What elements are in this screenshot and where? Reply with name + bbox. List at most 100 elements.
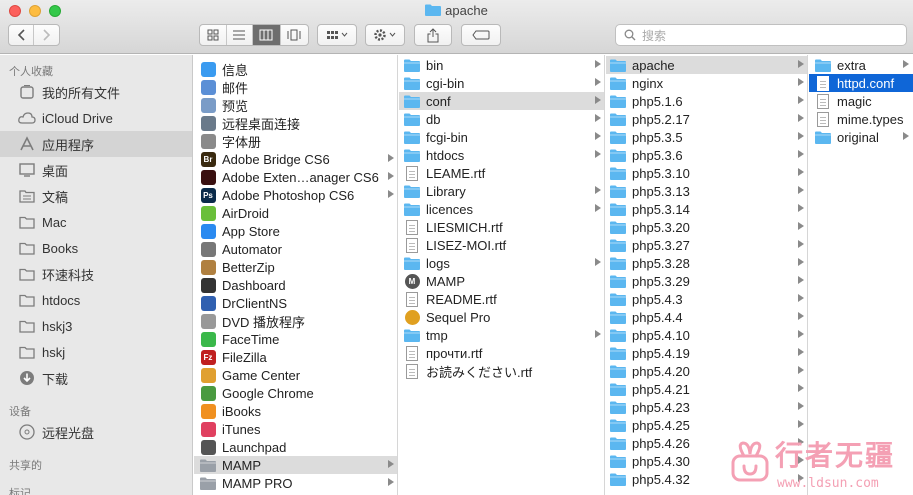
column-row[interactable]: htdocs xyxy=(399,146,604,164)
sidebar-item[interactable]: hskj3 xyxy=(0,313,192,339)
column-row[interactable]: Sequel Pro xyxy=(399,308,604,326)
icon-view-button[interactable] xyxy=(200,25,227,45)
column-row[interactable]: php5.3.13 xyxy=(606,182,807,200)
column-row[interactable]: php5.4.20 xyxy=(606,362,807,380)
column-row[interactable]: cgi-bin xyxy=(399,74,604,92)
column-row[interactable]: MAMP xyxy=(194,456,397,474)
column-row[interactable]: Game Center xyxy=(194,366,397,384)
sidebar-item[interactable]: iCloud Drive xyxy=(0,105,192,131)
column-row[interactable]: BetterZip xyxy=(194,258,397,276)
applications-column[interactable]: 信息 邮件 预览 远程桌面连接 字体册 Br Adobe Bridge CS6 Adobe E… xyxy=(194,55,398,495)
column-row[interactable]: php5.4.21 xyxy=(606,380,807,398)
column-row[interactable]: magic xyxy=(809,92,913,110)
sidebar-item[interactable]: 下载 xyxy=(0,365,192,391)
column-row[interactable]: MAMP PRO xyxy=(194,474,397,492)
sidebar-item[interactable]: Mac xyxy=(0,209,192,235)
column-row[interactable]: php5.3.14 xyxy=(606,200,807,218)
coverflow-view-icon xyxy=(287,29,301,41)
column-row[interactable]: README.rtf xyxy=(399,290,604,308)
column-row[interactable]: php5.4.32 xyxy=(606,470,807,488)
column-row[interactable]: FaceTime xyxy=(194,330,397,348)
back-button[interactable] xyxy=(9,25,35,45)
column-row[interactable]: 预览 xyxy=(194,96,397,114)
apache-column[interactable]: extra httpd.conf magic mime.types original xyxy=(809,55,913,495)
column-row[interactable]: AirDroid xyxy=(194,204,397,222)
column-row[interactable]: php5.3.20 xyxy=(606,218,807,236)
column-row[interactable]: php5.1.6 xyxy=(606,92,807,110)
column-row[interactable]: licences xyxy=(399,200,604,218)
conf-column[interactable]: apache nginx php5.1.6 php5.2.17 php5.3.5 php5… xyxy=(606,55,808,495)
column-row[interactable]: прочти.rtf xyxy=(399,344,604,362)
column-row[interactable]: php5.3.6 xyxy=(606,146,807,164)
share-button[interactable] xyxy=(414,24,452,46)
column-row[interactable]: conf xyxy=(399,92,604,110)
column-row[interactable]: php5.3.28 xyxy=(606,254,807,272)
sidebar-item[interactable]: hskj xyxy=(0,339,192,365)
sidebar-item[interactable]: Books xyxy=(0,235,192,261)
column-row[interactable]: Fz FileZilla xyxy=(194,348,397,366)
mamp-column[interactable]: bin cgi-bin conf db fcgi-bin htdocs LEAME.rtf L… xyxy=(399,55,605,495)
tag-button[interactable] xyxy=(461,24,501,46)
arrange-button[interactable] xyxy=(317,24,357,46)
column-row[interactable]: Google Chrome xyxy=(194,384,397,402)
column-row[interactable]: 字体册 xyxy=(194,132,397,150)
column-row[interactable]: Launchpad xyxy=(194,438,397,456)
column-row[interactable]: httpd.conf xyxy=(809,74,913,92)
column-row[interactable]: php5.4.26 xyxy=(606,434,807,452)
column-row[interactable]: Adobe Exten…anager CS6 xyxy=(194,168,397,186)
sidebar-item[interactable]: 我的所有文件 xyxy=(0,79,192,105)
column-row[interactable]: php5.4.25 xyxy=(606,416,807,434)
sidebar-item[interactable]: 应用程序 xyxy=(0,131,192,157)
column-row[interactable]: App Store xyxy=(194,222,397,240)
coverflow-view-button[interactable] xyxy=(281,25,308,45)
column-row[interactable]: LISEZ-MOI.rtf xyxy=(399,236,604,254)
column-row[interactable]: お読みください.rtf xyxy=(399,362,604,380)
column-row[interactable]: LEAME.rtf xyxy=(399,164,604,182)
column-row[interactable]: Dashboard xyxy=(194,276,397,294)
column-row[interactable]: php5.4.30 xyxy=(606,452,807,470)
column-row[interactable]: tmp xyxy=(399,326,604,344)
column-row[interactable]: 远程桌面连接 xyxy=(194,114,397,132)
column-row[interactable]: original xyxy=(809,128,913,146)
column-row[interactable]: apache xyxy=(606,56,807,74)
column-row[interactable]: logs xyxy=(399,254,604,272)
list-view-button[interactable] xyxy=(227,25,254,45)
column-row[interactable]: Library xyxy=(399,182,604,200)
column-row[interactable]: php5.4.19 xyxy=(606,344,807,362)
column-row[interactable]: php5.4.4 xyxy=(606,308,807,326)
sidebar-item[interactable]: 环速科技 xyxy=(0,261,192,287)
sidebar-item[interactable]: 桌面 xyxy=(0,157,192,183)
action-menu-button[interactable] xyxy=(365,24,405,46)
sidebar-item[interactable]: htdocs xyxy=(0,287,192,313)
column-row[interactable]: Ps Adobe Photoshop CS6 xyxy=(194,186,397,204)
column-row[interactable]: 信息 xyxy=(194,60,397,78)
column-row[interactable]: extra xyxy=(809,56,913,74)
column-row[interactable]: M MAMP xyxy=(399,272,604,290)
sidebar-item[interactable]: 文稿 xyxy=(0,183,192,209)
column-row[interactable]: bin xyxy=(399,56,604,74)
column-row[interactable]: iBooks xyxy=(194,402,397,420)
column-row[interactable]: php5.2.17 xyxy=(606,110,807,128)
column-row[interactable]: php5.3.27 xyxy=(606,236,807,254)
column-view-button[interactable] xyxy=(253,25,281,45)
column-row[interactable]: mime.types xyxy=(809,110,913,128)
column-row[interactable]: php5.4.10 xyxy=(606,326,807,344)
column-row[interactable]: php5.3.10 xyxy=(606,164,807,182)
column-row[interactable]: fcgi-bin xyxy=(399,128,604,146)
column-row[interactable]: iTunes xyxy=(194,420,397,438)
column-row[interactable]: db xyxy=(399,110,604,128)
column-row[interactable]: 邮件 xyxy=(194,78,397,96)
sidebar-device-item[interactable]: 远程光盘 xyxy=(0,419,192,445)
search-input[interactable]: 搜索 xyxy=(615,24,907,46)
column-row[interactable]: php5.4.23 xyxy=(606,398,807,416)
column-row[interactable]: php5.4.3 xyxy=(606,290,807,308)
column-row[interactable]: php5.3.5 xyxy=(606,128,807,146)
column-row[interactable]: DrClientNS xyxy=(194,294,397,312)
column-row[interactable]: Br Adobe Bridge CS6 xyxy=(194,150,397,168)
column-row[interactable]: LIESMICH.rtf xyxy=(399,218,604,236)
forward-button[interactable] xyxy=(34,25,59,45)
column-row[interactable]: Automator xyxy=(194,240,397,258)
column-row[interactable]: DVD 播放程序 xyxy=(194,312,397,330)
column-row[interactable]: php5.3.29 xyxy=(606,272,807,290)
column-row[interactable]: nginx xyxy=(606,74,807,92)
